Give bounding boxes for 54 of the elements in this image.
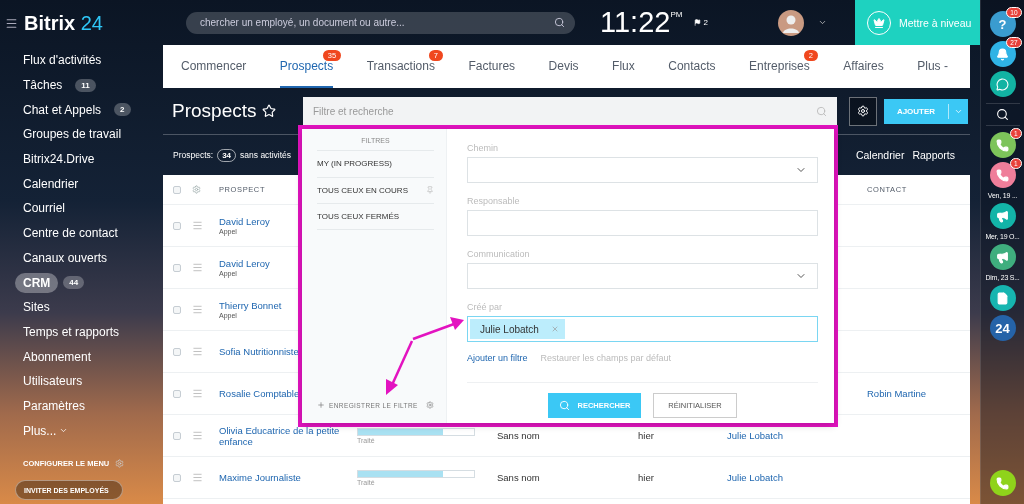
sidebar-item[interactable]: CRM bbox=[15, 272, 59, 293]
tab[interactable]: Devis bbox=[548, 45, 579, 88]
view-link[interactable]: Rapports bbox=[912, 149, 955, 161]
flag-counter[interactable]: 2 bbox=[694, 18, 708, 27]
add-filter-link[interactable]: Ajouter un filtre bbox=[467, 353, 528, 382]
count-badge: 44 bbox=[63, 276, 85, 290]
contact-link[interactable]: Robin Martine bbox=[867, 388, 970, 399]
sidebar-item[interactable]: Calendrier bbox=[15, 173, 87, 194]
tab[interactable]: Flux bbox=[612, 45, 635, 88]
sidebar-item[interactable]: Bitrix24.Drive bbox=[15, 149, 103, 170]
table-cell-text: Sans nom bbox=[497, 430, 541, 441]
page-title: Prospects bbox=[172, 100, 257, 122]
input-field[interactable]: Julie Lobatch bbox=[467, 316, 818, 342]
sidebar-item[interactable]: Tâches bbox=[15, 75, 71, 96]
table-cell-text: Sans nom bbox=[497, 472, 541, 483]
sidebar-item[interactable]: Courriel bbox=[15, 198, 73, 219]
prospect-link[interactable]: Maxime Journaliste bbox=[219, 472, 357, 483]
field-label: Communication bbox=[467, 249, 531, 259]
tab[interactable]: Contacts bbox=[668, 45, 716, 88]
count-badge: 2 bbox=[114, 103, 131, 117]
tab[interactable]: Affaires bbox=[843, 45, 884, 88]
more-link[interactable]: Plus... bbox=[15, 420, 77, 441]
sidebar-item[interactable]: Centre de contact bbox=[15, 223, 126, 244]
view-link[interactable]: Calendrier bbox=[855, 149, 905, 161]
sidebar-item[interactable]: Utilisateurs bbox=[15, 371, 91, 392]
sidebar-item[interactable]: Paramètres bbox=[15, 395, 94, 416]
table-cell-text: hier bbox=[638, 430, 655, 441]
tab[interactable]: Plus - bbox=[917, 45, 948, 88]
sidebar-item[interactable]: Flux d'activités bbox=[15, 50, 110, 71]
prospect-link[interactable]: Olivia Educatrice de la petite enfance bbox=[219, 424, 357, 447]
count-badge: 11 bbox=[75, 78, 96, 92]
filter-preset[interactable]: MY (IN PROGRESS) bbox=[317, 150, 434, 177]
table-cell-text: hier bbox=[638, 472, 655, 483]
logo: Bitrix 24 bbox=[24, 11, 103, 35]
user-link[interactable]: Julie Lobatch bbox=[727, 430, 867, 441]
filter-preset[interactable]: TOUS CEUX EN COURS bbox=[317, 176, 434, 203]
sidebar-item[interactable]: Abonnement bbox=[15, 346, 100, 367]
sidebar-item[interactable]: Groupes de travail bbox=[15, 124, 130, 145]
sidebar-item[interactable]: Chat et Appels bbox=[15, 99, 110, 120]
app-button[interactable]: 24 bbox=[989, 315, 1016, 341]
summary-label: Prospects: bbox=[173, 150, 214, 160]
sidebar-item[interactable]: Temps et rapports bbox=[15, 321, 128, 342]
sidebar-item[interactable]: Sites bbox=[15, 297, 58, 318]
field-label: Responsable bbox=[467, 196, 521, 206]
filter-preset[interactable]: TOUS CEUX FERMÉS bbox=[317, 203, 434, 230]
tag-chip[interactable]: Julie Lobatch bbox=[470, 319, 565, 339]
tab[interactable]: Commencer bbox=[181, 45, 247, 88]
field-label: Chemin bbox=[467, 143, 499, 153]
clock: 11:22$^{PM}$ bbox=[600, 6, 683, 39]
search-field[interactable]: chercher un employé, un document ou autre... bbox=[186, 11, 575, 34]
summary-text: sans activités bbox=[240, 150, 292, 160]
tab[interactable]: Factures bbox=[468, 45, 516, 88]
user-link[interactable]: Julie Lobatch bbox=[727, 472, 867, 483]
sidebar-item[interactable]: Canaux ouverts bbox=[15, 247, 116, 268]
